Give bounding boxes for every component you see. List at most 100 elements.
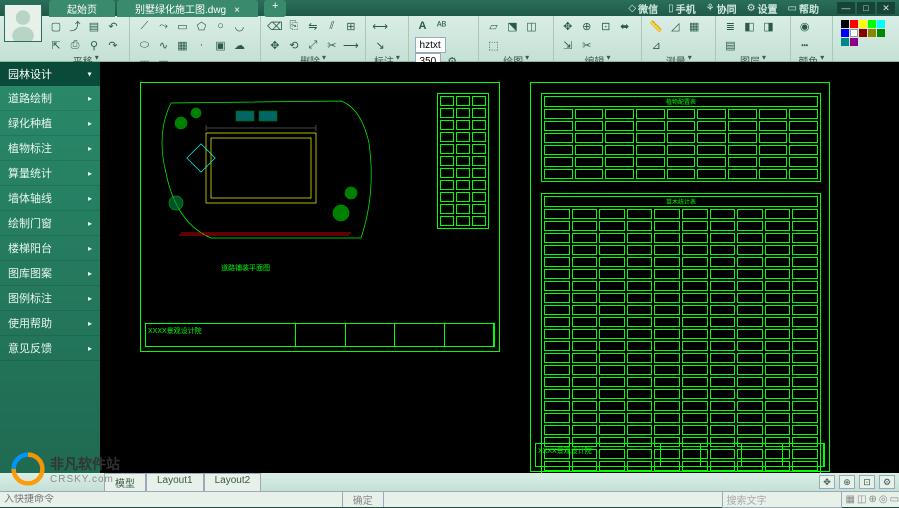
mtext-icon[interactable]: ᴬᴮ [434,18,450,34]
user-avatar[interactable] [4,4,42,42]
tab-layout1[interactable]: Layout1 [146,473,204,492]
measure2-icon[interactable]: ◿ [667,18,683,34]
layer1-icon[interactable]: ≣ [722,18,738,34]
pan-btn[interactable]: ✥ [819,475,835,489]
edit5-icon[interactable]: ⇲ [560,37,576,53]
maximize-button[interactable]: □ [857,2,875,14]
font-select[interactable]: hztxt [415,37,446,53]
polyline-icon[interactable]: ⤳ [155,18,171,34]
tab-start[interactable]: 起始页 [49,0,115,17]
find-icon[interactable]: ⚲ [86,37,102,53]
rotate-icon[interactable]: ⟲ [286,37,302,53]
status-btn3[interactable]: ⊕ [868,494,876,505]
offset-icon[interactable]: ⫽ [324,18,340,34]
link-help[interactable]: ▭帮助 [788,1,819,16]
command-input[interactable] [0,494,342,505]
sidebar-item-plantlabel[interactable]: 植物标注 [0,136,100,161]
export-icon[interactable]: ⇱ [48,37,64,53]
block-icon[interactable]: ▣ [212,37,228,53]
measure1-icon[interactable]: 📏 [648,18,664,34]
circle-icon[interactable]: ○ [212,18,228,34]
copy-icon[interactable]: ⎘ [286,18,302,34]
new-tab-button[interactable]: + [264,0,286,17]
edit3-icon[interactable]: ⊡ [598,18,614,34]
edit1-icon[interactable]: ✥ [560,18,576,34]
status-btn4[interactable]: ◎ [879,494,888,505]
tab-drawing[interactable]: 别墅绿化施工图.dwg [117,0,258,17]
line-icon[interactable]: ⟋ [136,18,152,34]
edit4-icon[interactable]: ⬌ [617,18,633,34]
scale-icon[interactable]: ⤢ [305,37,321,53]
search-input[interactable]: 搜索文字 [722,491,842,508]
open-icon[interactable]: ⤴ [67,18,83,34]
status-btn5[interactable]: ▭ [890,494,899,505]
rect-icon[interactable]: ▭ [174,18,190,34]
move-icon[interactable]: ✥ [267,37,283,53]
confirm-button[interactable]: 确定 [342,492,384,507]
mirror-icon[interactable]: ⇋ [305,18,321,34]
draw2-icon[interactable]: ⬔ [504,18,520,34]
watermark-domain: CRSKY.com [50,474,120,485]
link-wechat[interactable]: ◇微信 [628,1,658,16]
schedule-table-main: 苗木统计表 document.write(Array(20).fill('<tr… [541,193,821,473]
sidebar-item-planting[interactable]: 绿化种植 [0,111,100,136]
layer3-icon[interactable]: ◨ [760,18,776,34]
redo-icon[interactable]: ↷ [105,37,121,53]
sidebar-item-stair[interactable]: 楼梯阳台 [0,236,100,261]
sidebar-item-feedback[interactable]: 意见反馈 [0,336,100,361]
sidebar-item-wall[interactable]: 墙体轴线 [0,186,100,211]
measure4-icon[interactable]: ⊿ [648,37,664,53]
status-btn2[interactable]: ◫ [857,494,866,505]
minimize-button[interactable]: — [837,2,855,14]
polygon-icon[interactable]: ⬠ [193,18,209,34]
linetype-icon[interactable]: ┅ [797,37,813,53]
sidebar-item-road[interactable]: 道路绘制 [0,86,100,111]
sidebar-item-library[interactable]: 图库图案 [0,261,100,286]
hatch-icon[interactable]: ▦ [174,37,190,53]
color-icon[interactable]: ◉ [797,18,813,34]
status-btn1[interactable]: ▦ [846,494,855,505]
erase-icon[interactable]: ⌫ [267,18,283,34]
edit6-icon[interactable]: ✂ [579,37,595,53]
layer4-icon[interactable]: ▤ [722,37,738,53]
sidebar-active[interactable]: 园林设计 [0,62,100,86]
extent-btn[interactable]: ⊡ [859,475,875,489]
link-settings[interactable]: ⚙设置 [747,1,778,16]
spline-icon[interactable]: ∿ [155,37,171,53]
leader-icon[interactable]: ↘ [372,37,388,53]
zoom-btn[interactable]: ⊕ [839,475,855,489]
extend-icon[interactable]: ⟶ [343,37,359,53]
cloud-icon[interactable]: ☁ [231,37,247,53]
array-icon[interactable]: ⊞ [343,18,359,34]
sidebar-item-quantity[interactable]: 算量统计 [0,161,100,186]
print-icon[interactable]: ⎙ [67,37,83,53]
ellipse-icon[interactable]: ⬭ [136,37,152,53]
sidebar-item-legend[interactable]: 图例标注 [0,286,100,311]
point-icon[interactable]: · [193,37,209,53]
measure3-icon[interactable]: ▦ [686,18,702,34]
drawing-frame-left: 道路铺装平面图 XXXX景观设计院 [140,82,500,352]
link-mobile[interactable]: ▯手机 [668,1,696,16]
text-icon[interactable]: A [415,18,431,34]
settings-btn[interactable]: ⚙ [879,475,895,489]
color-swatches[interactable] [839,18,893,48]
drawing-canvas[interactable]: 道路铺装平面图 XXXX景观设计院 植物配置表 [100,62,899,473]
sidebar-item-help[interactable]: 使用帮助 [0,311,100,336]
tab-layout2[interactable]: Layout2 [204,473,262,492]
draw4-icon[interactable]: ⬚ [485,37,501,53]
link-collab[interactable]: ⚘协同 [706,1,737,16]
titleblock-left: XXXX景观设计院 [145,323,495,347]
draw3-icon[interactable]: ◫ [523,18,539,34]
draw1-icon[interactable]: ▱ [485,18,501,34]
trim-icon[interactable]: ✂ [324,37,340,53]
save-icon[interactable]: ▤ [86,18,102,34]
undo-icon[interactable]: ↶ [105,18,121,34]
sidebar: 园林设计 道路绘制 绿化种植 植物标注 算量统计 墙体轴线 绘制门窗 楼梯阳台 … [0,62,100,473]
close-button[interactable]: ✕ [877,2,895,14]
sidebar-item-door[interactable]: 绘制门窗 [0,211,100,236]
edit2-icon[interactable]: ⊕ [579,18,595,34]
new-icon[interactable]: ▢ [48,18,64,34]
dim-icon[interactable]: ⟷ [372,18,388,34]
layer2-icon[interactable]: ◧ [741,18,757,34]
arc-icon[interactable]: ◡ [231,18,247,34]
